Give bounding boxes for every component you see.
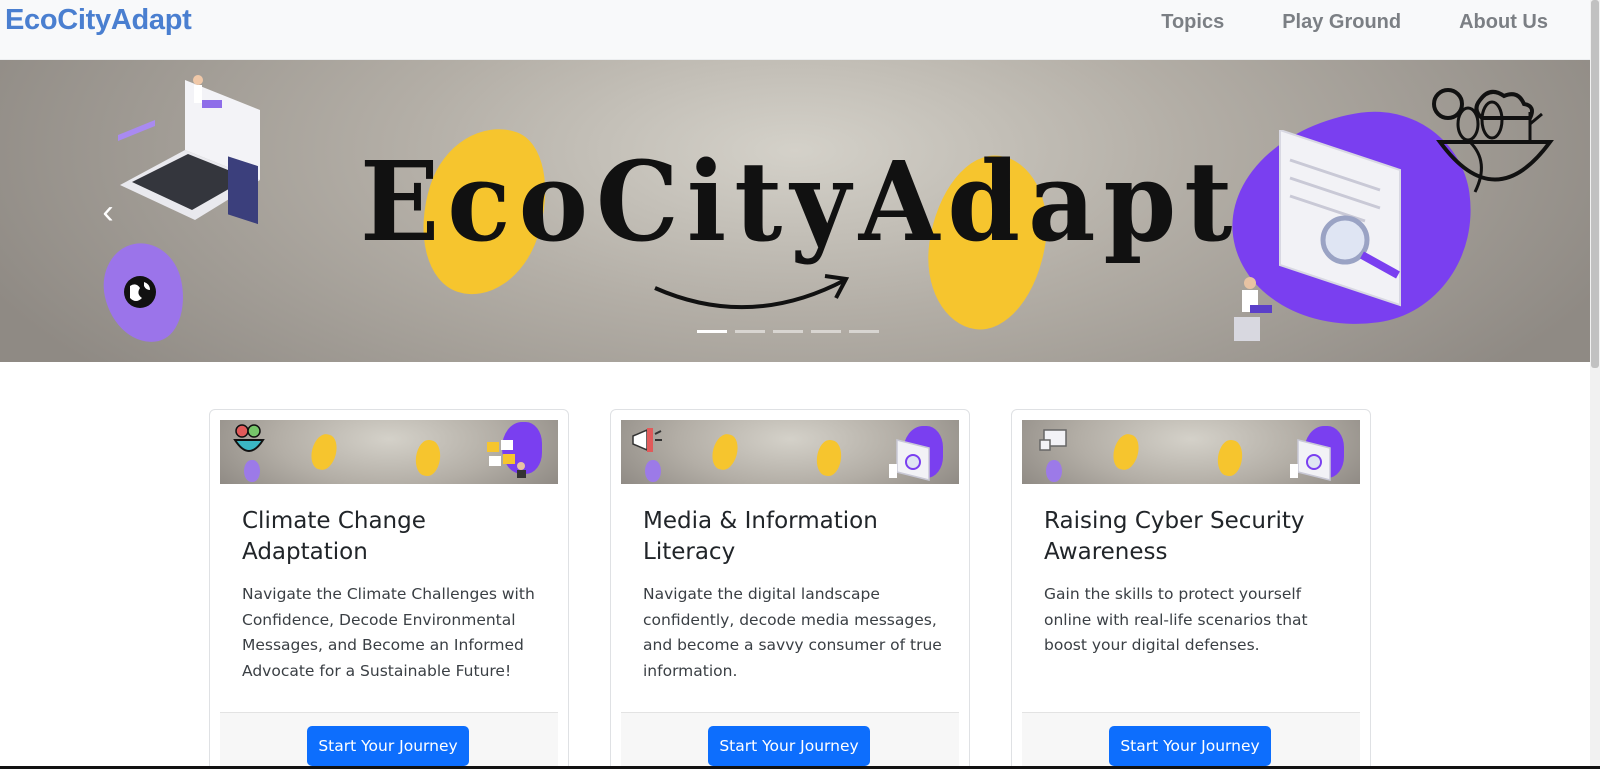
carousel-indicator-2[interactable] bbox=[735, 330, 765, 333]
carousel-prev-button[interactable]: ‹ bbox=[93, 192, 123, 232]
card-body: Climate Change Adaptation Navigate the C… bbox=[242, 506, 542, 684]
start-journey-button[interactable]: Start Your Journey bbox=[1109, 726, 1271, 766]
eco-earth-icon bbox=[1432, 88, 1554, 193]
purple-blob-decoration bbox=[645, 460, 661, 482]
topic-card-media-literacy: Media & Information Literacy Navigate th… bbox=[610, 409, 970, 769]
yellow-blob-decoration bbox=[413, 438, 443, 478]
carousel-indicator-4[interactable] bbox=[811, 330, 841, 333]
carousel-indicators bbox=[697, 330, 879, 333]
card-title: Media & Information Literacy bbox=[643, 508, 878, 565]
card-footer: Start Your Journey bbox=[220, 712, 558, 769]
card-title: Raising Cyber Security Awareness bbox=[1044, 508, 1305, 565]
laptop-illustration-icon bbox=[118, 75, 260, 225]
megaphone-icon bbox=[632, 428, 662, 452]
earth-plant-icon bbox=[233, 424, 265, 452]
page-scrollbar[interactable] bbox=[1590, 0, 1600, 769]
card-footer: Start Your Journey bbox=[1022, 712, 1360, 769]
yellow-blob-decoration bbox=[708, 431, 742, 473]
card-banner-image bbox=[1022, 420, 1360, 484]
carousel-indicator-1[interactable] bbox=[697, 330, 727, 333]
people-puzzle-icon bbox=[487, 440, 526, 478]
topic-card-climate-change: Climate Change Adaptation Navigate the C… bbox=[209, 409, 569, 769]
carousel-indicator-3[interactable] bbox=[773, 330, 803, 333]
start-journey-button[interactable]: Start Your Journey bbox=[708, 726, 870, 766]
nav-links: Topics Play Ground About Us bbox=[1103, 11, 1548, 34]
card-banner-image bbox=[621, 420, 959, 484]
browser-search-illustration-icon bbox=[1279, 130, 1401, 307]
security-window-icon bbox=[1039, 429, 1067, 451]
purple-blob-decoration bbox=[244, 460, 260, 482]
person-sitting-icon bbox=[1234, 277, 1272, 341]
yellow-blob-decoration bbox=[1215, 438, 1245, 478]
browser-search-icon bbox=[1290, 439, 1331, 481]
card-body: Raising Cyber Security Awareness Gain th… bbox=[1044, 506, 1344, 659]
smile-arrow-icon bbox=[654, 274, 850, 310]
card-footer: Start Your Journey bbox=[621, 712, 959, 769]
carousel-indicator-5[interactable] bbox=[849, 330, 879, 333]
nav-link-topics[interactable]: Topics bbox=[1161, 11, 1224, 34]
card-banner-image bbox=[220, 420, 558, 484]
topic-card-cyber-security: Raising Cyber Security Awareness Gain th… bbox=[1011, 409, 1371, 769]
nav-link-play-ground[interactable]: Play Ground bbox=[1282, 11, 1401, 34]
brand-logo-link[interactable]: EcoCityAdapt bbox=[5, 4, 192, 37]
card-text: Gain the skills to protect yourself onli… bbox=[1044, 585, 1308, 654]
hero-carousel: ‹ › EcoCityAdapt bbox=[0, 60, 1590, 362]
scrollbar-thumb[interactable] bbox=[1591, 0, 1599, 368]
start-journey-button[interactable]: Start Your Journey bbox=[307, 726, 469, 766]
yellow-blob-decoration bbox=[1109, 431, 1143, 473]
card-text: Navigate the Climate Challenges with Con… bbox=[242, 585, 535, 680]
globe-icon bbox=[124, 276, 156, 308]
hero-title: EcoCityAdapt bbox=[360, 136, 1241, 267]
navbar: EcoCityAdapt Topics Play Ground About Us bbox=[0, 0, 1590, 60]
card-text: Navigate the digital landscape confident… bbox=[643, 585, 942, 680]
yellow-blob-decoration bbox=[814, 438, 844, 478]
card-title: Climate Change Adaptation bbox=[242, 508, 426, 565]
nav-link-about-us[interactable]: About Us bbox=[1459, 11, 1548, 34]
card-body: Media & Information Literacy Navigate th… bbox=[643, 506, 943, 684]
browser-search-icon bbox=[889, 439, 930, 481]
yellow-blob-decoration bbox=[307, 431, 341, 473]
purple-blob-decoration bbox=[1046, 460, 1062, 482]
